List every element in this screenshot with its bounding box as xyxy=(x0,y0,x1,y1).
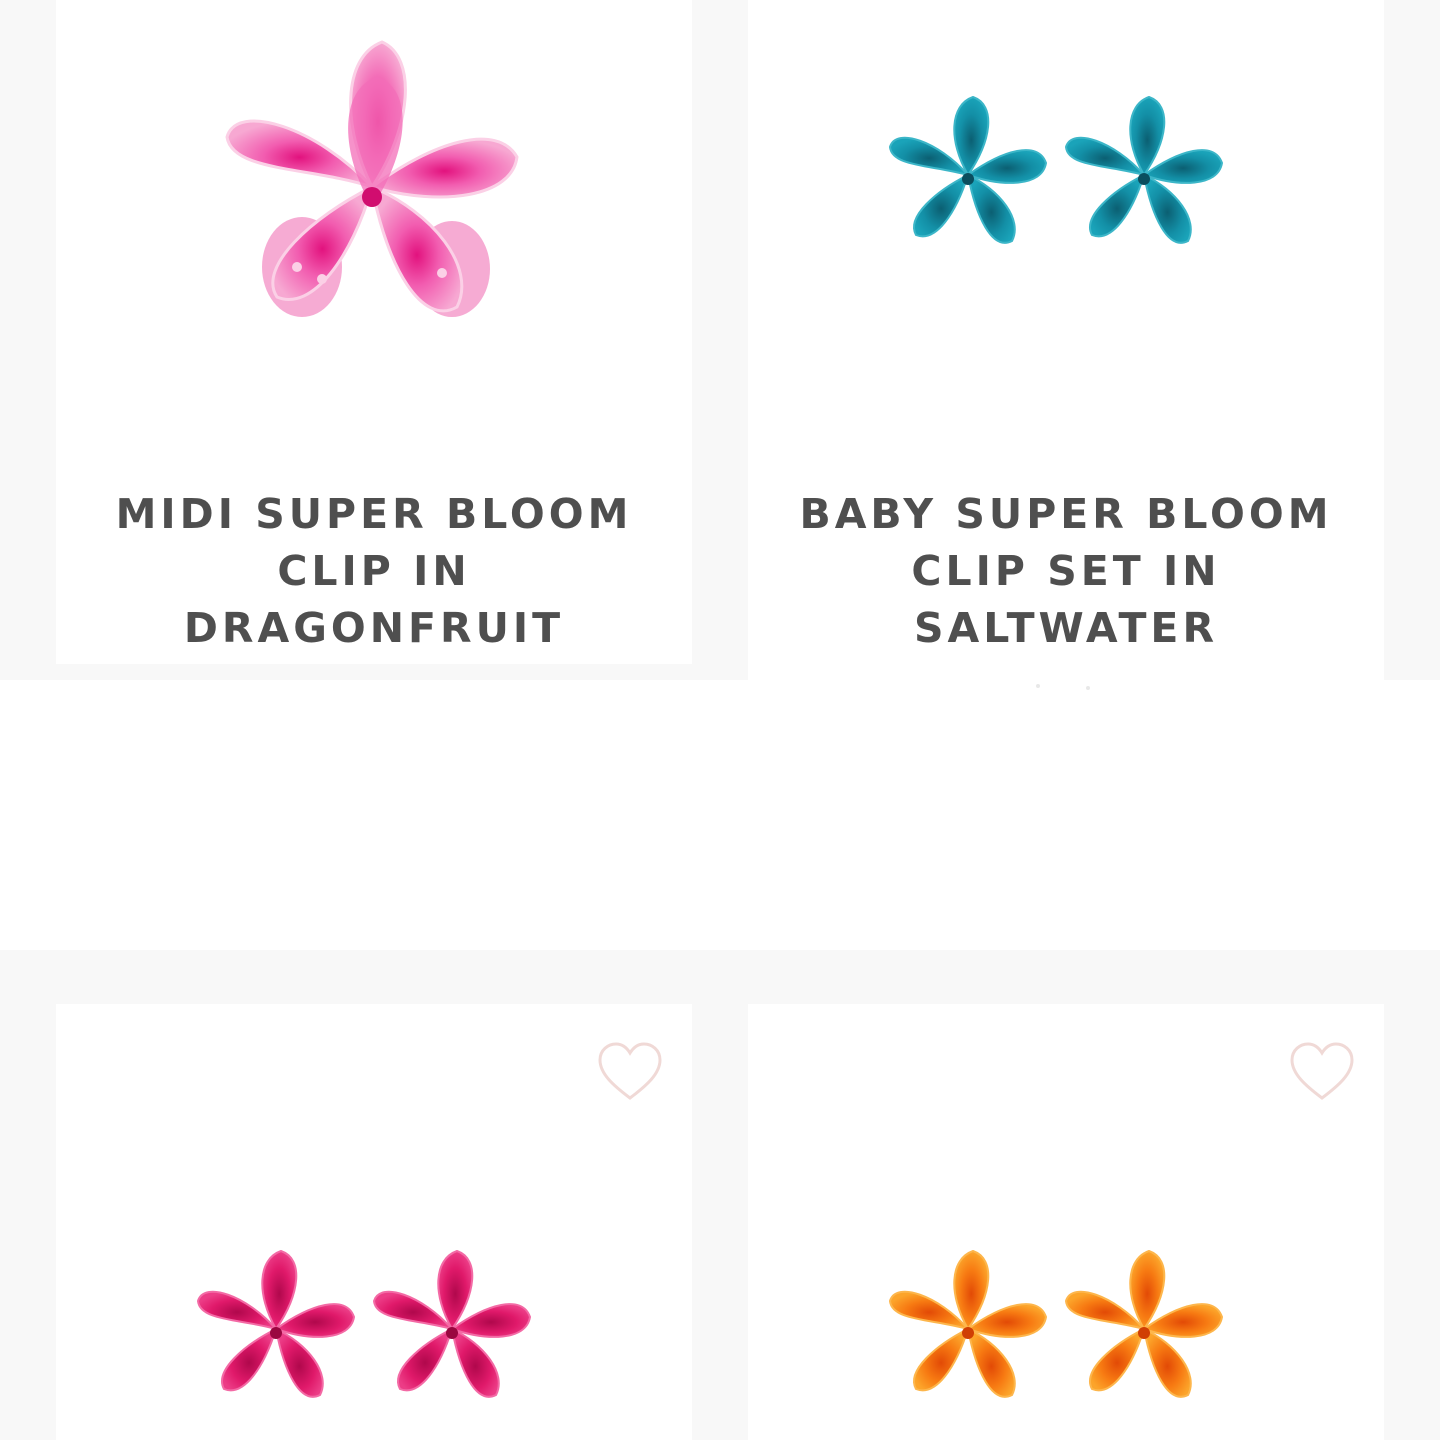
heart-outline-icon[interactable] xyxy=(1288,1040,1356,1104)
product-card-orange-pair[interactable] xyxy=(748,1004,1384,1440)
product-grid-page: MIDI SUPER BLOOM CLIP IN DRAGONFRUIT BAB… xyxy=(0,0,1440,1440)
product-image-orange-flower-clip-pair[interactable] xyxy=(888,1244,1228,1414)
product-title[interactable]: MIDI SUPER BLOOM CLIP IN DRAGONFRUIT xyxy=(56,486,692,657)
product-image-pink-flower-clip[interactable] xyxy=(212,22,532,322)
product-card-midi-super-bloom-dragonfruit[interactable]: MIDI SUPER BLOOM CLIP IN DRAGONFRUIT xyxy=(56,0,692,664)
product-image-teal-flower-clip-pair[interactable] xyxy=(888,90,1228,260)
product-card-magenta-pair[interactable] xyxy=(56,1004,692,1440)
product-image-magenta-flower-clip-pair[interactable] xyxy=(196,1244,536,1414)
product-card-baby-super-bloom-saltwater[interactable]: BABY SUPER BLOOM CLIP SET IN SALTWATER xyxy=(748,0,1384,730)
heart-outline-icon[interactable] xyxy=(596,1040,664,1104)
product-title[interactable]: BABY SUPER BLOOM CLIP SET IN SALTWATER xyxy=(748,486,1384,657)
carousel-dot xyxy=(1036,684,1040,688)
carousel-dot xyxy=(1086,686,1090,690)
